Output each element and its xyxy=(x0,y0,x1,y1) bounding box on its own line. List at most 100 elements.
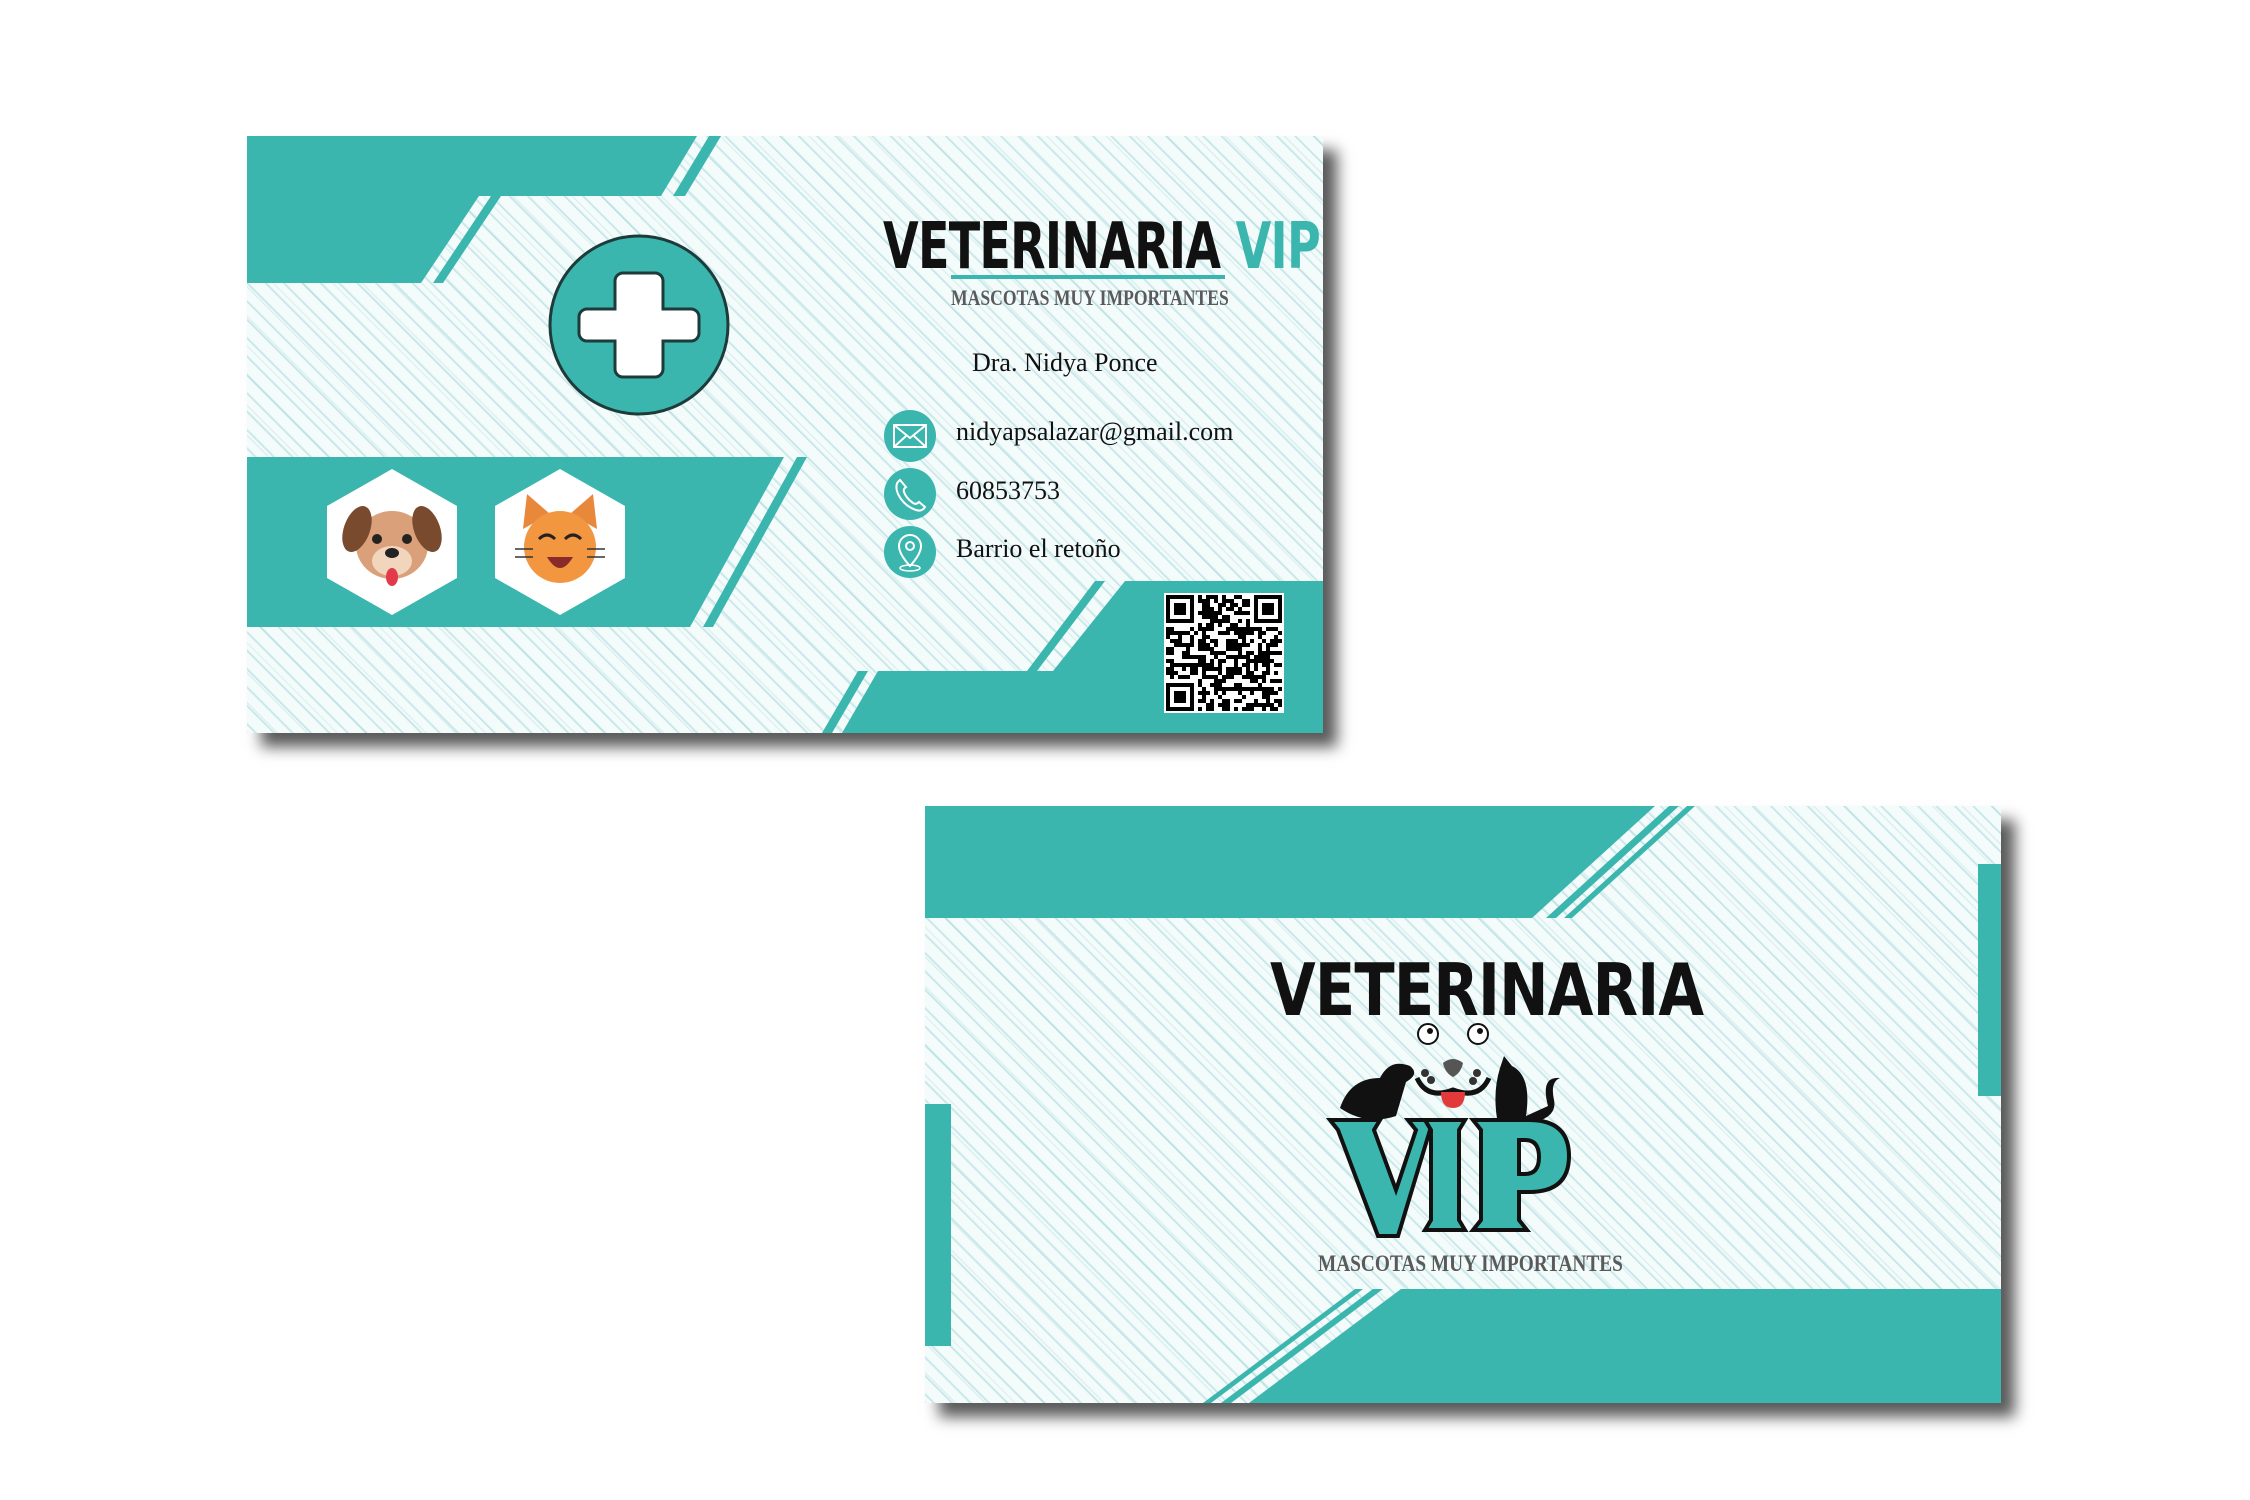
qr-module xyxy=(1222,631,1226,635)
qr-module xyxy=(1218,659,1222,663)
qr-module xyxy=(1214,655,1218,659)
qr-module xyxy=(1270,651,1274,655)
qr-module xyxy=(1246,619,1250,623)
qr-module xyxy=(1218,631,1222,635)
qr-module xyxy=(1170,671,1174,675)
qr-module xyxy=(1258,675,1262,679)
qr-module xyxy=(1206,675,1210,679)
qr-module xyxy=(1214,651,1218,655)
qr-module xyxy=(1218,651,1222,655)
location-pin-icon xyxy=(884,526,936,578)
qr-module xyxy=(1178,663,1182,667)
qr-module xyxy=(1230,599,1234,603)
qr-module xyxy=(1266,643,1270,647)
qr-module xyxy=(1242,695,1246,699)
qr-module xyxy=(1278,639,1282,643)
qr-module xyxy=(1234,683,1238,687)
qr-module xyxy=(1190,663,1194,667)
qr-module xyxy=(1202,667,1206,671)
qr-module xyxy=(1218,687,1222,691)
qr-module xyxy=(1238,651,1242,655)
qr-module xyxy=(1190,639,1194,643)
qr-module xyxy=(1210,699,1214,703)
qr-module xyxy=(1194,655,1198,659)
qr-module xyxy=(1206,607,1210,611)
qr-module xyxy=(1186,655,1190,659)
qr-module xyxy=(1222,595,1226,599)
qr-module xyxy=(1238,595,1242,599)
qr-module xyxy=(1258,683,1262,687)
qr-module xyxy=(1202,659,1206,663)
qr-module xyxy=(1250,639,1254,643)
qr-module xyxy=(1230,647,1234,651)
qr-module xyxy=(1178,643,1182,647)
qr-module xyxy=(1202,603,1206,607)
business-card-back: VETERINARIA MASCOTAS MUY IMPORTANTES xyxy=(925,806,2001,1403)
qr-module xyxy=(1266,699,1270,703)
qr-module xyxy=(1206,635,1210,639)
qr-module xyxy=(1206,603,1210,607)
qr-module xyxy=(1218,667,1222,671)
qr-module xyxy=(1206,595,1210,599)
qr-module xyxy=(1166,631,1170,635)
qr-module xyxy=(1202,599,1206,603)
qr-module xyxy=(1226,687,1230,691)
qr-module xyxy=(1238,611,1242,615)
qr-module xyxy=(1198,659,1202,663)
qr-module xyxy=(1270,627,1274,631)
qr-module xyxy=(1170,663,1174,667)
qr-module xyxy=(1238,607,1242,611)
qr-module xyxy=(1206,611,1210,615)
qr-module xyxy=(1206,643,1210,647)
qr-module xyxy=(1246,627,1250,631)
qr-module xyxy=(1242,707,1246,711)
qr-module xyxy=(1278,631,1282,635)
qr-module xyxy=(1258,655,1262,659)
qr-module xyxy=(1234,659,1238,663)
qr-module xyxy=(1202,671,1206,675)
qr-module xyxy=(1178,675,1182,679)
qr-module xyxy=(1270,703,1274,707)
qr-module xyxy=(1250,707,1254,711)
qr-module xyxy=(1274,639,1278,643)
qr-module xyxy=(1238,635,1242,639)
qr-module xyxy=(1182,643,1186,647)
qr-module xyxy=(1274,663,1278,667)
qr-module xyxy=(1190,627,1194,631)
qr-module xyxy=(1218,611,1222,615)
qr-module xyxy=(1242,655,1246,659)
qr-module xyxy=(1266,695,1270,699)
qr-module xyxy=(1202,607,1206,611)
qr-module xyxy=(1270,639,1274,643)
qr-module xyxy=(1274,679,1278,683)
qr-module xyxy=(1202,615,1206,619)
qr-module xyxy=(1222,691,1226,695)
qr-module xyxy=(1274,643,1278,647)
qr-module xyxy=(1234,667,1238,671)
qr-module xyxy=(1258,651,1262,655)
qr-module xyxy=(1198,655,1202,659)
qr-module xyxy=(1266,651,1270,655)
qr-module xyxy=(1226,675,1230,679)
phone-icon xyxy=(884,468,936,520)
qr-module xyxy=(1226,643,1230,647)
qr-module xyxy=(1210,627,1214,631)
qr-module xyxy=(1238,699,1242,703)
qr-module xyxy=(1210,607,1214,611)
qr-module xyxy=(1230,607,1234,611)
qr-module xyxy=(1246,663,1250,667)
qr-module xyxy=(1234,643,1238,647)
qr-module xyxy=(1222,679,1226,683)
qr-module xyxy=(1274,707,1278,711)
qr-module xyxy=(1202,643,1206,647)
qr-module xyxy=(1270,643,1274,647)
qr-module xyxy=(1210,595,1214,599)
qr-module xyxy=(1262,671,1266,675)
qr-module xyxy=(1246,643,1250,647)
qr-module xyxy=(1242,663,1246,667)
qr-module xyxy=(1222,603,1226,607)
qr-module xyxy=(1278,663,1282,667)
qr-module xyxy=(1238,627,1242,631)
qr-code[interactable] xyxy=(1164,593,1284,713)
qr-module xyxy=(1214,683,1218,687)
